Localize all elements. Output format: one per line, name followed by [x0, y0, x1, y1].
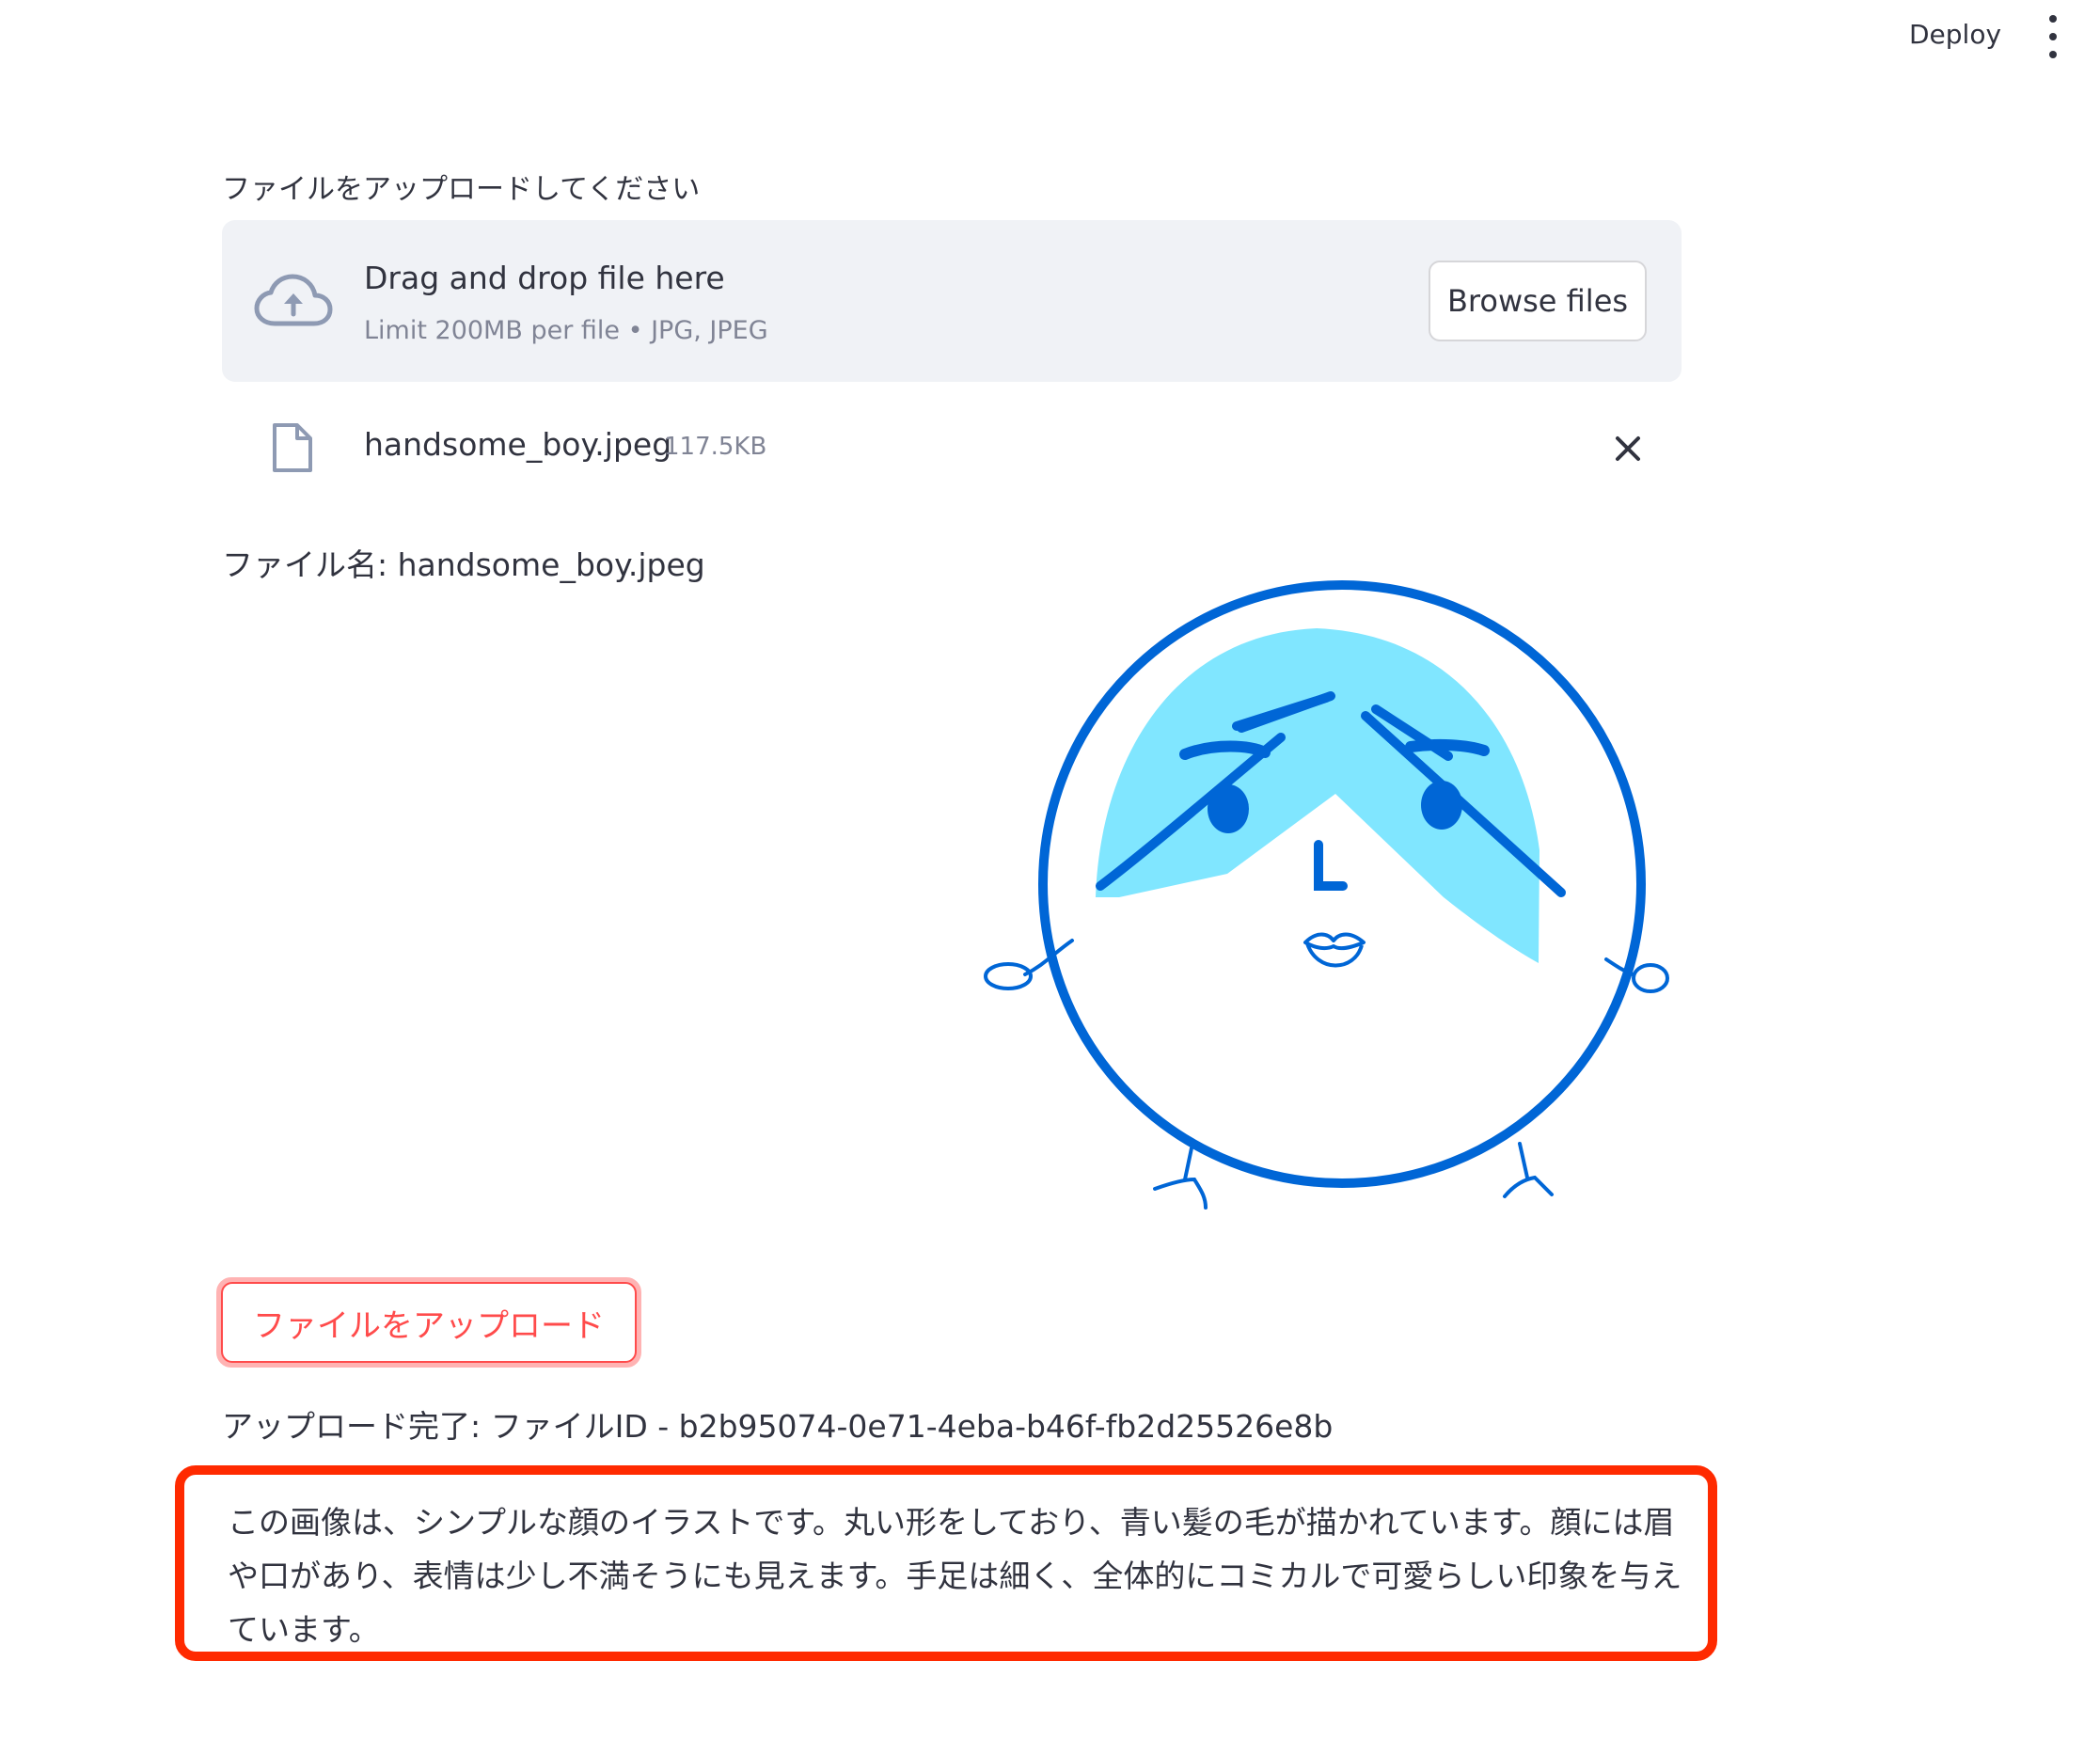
uploader-label: ファイルをアップロードしてください	[222, 173, 701, 206]
upload-file-button-label: ファイルをアップロード	[221, 1282, 637, 1363]
upload-file-button[interactable]: ファイルをアップロード	[216, 1277, 641, 1368]
file-dropzone[interactable]: Drag and drop file here Limit 200MB per …	[222, 220, 1682, 382]
image-description-text: この画像は、シンプルな顔のイラストです。丸い形をしており、青い髪の毛が描かれてい…	[228, 1504, 1682, 1648]
file-icon	[273, 423, 312, 472]
uploaded-file-name: handsome_boy.jpeg	[364, 426, 672, 463]
cloud-upload-icon	[254, 274, 333, 326]
file-name-text: ファイル名: handsome_boy.jpeg	[222, 546, 705, 583]
dropzone-limit-text: Limit 200MB per file • JPG, JPEG	[364, 316, 768, 345]
upload-complete-message: アップロード完了: ファイルID - b2b95074-0e71-4eba-b4…	[222, 1408, 1334, 1445]
browse-files-button[interactable]: Browse files	[1429, 261, 1647, 341]
uploaded-file-row: handsome_boy.jpeg 117.5KB	[222, 414, 1682, 482]
kebab-menu-icon[interactable]	[2041, 15, 2065, 58]
close-icon[interactable]	[1610, 431, 1646, 467]
deploy-button[interactable]: Deploy	[1909, 19, 2001, 50]
uploaded-file-size: 117.5KB	[664, 433, 767, 461]
dropzone-title: Drag and drop file here	[364, 260, 725, 296]
image-description-box: この画像は、シンプルな顔のイラストです。丸い形をしており、青い髪の毛が描かれてい…	[175, 1465, 1717, 1661]
uploaded-image-face-illustration	[984, 580, 1669, 1210]
app-page: Deploy ファイルをアップロードしてください Drag and drop f…	[0, 0, 2100, 1740]
